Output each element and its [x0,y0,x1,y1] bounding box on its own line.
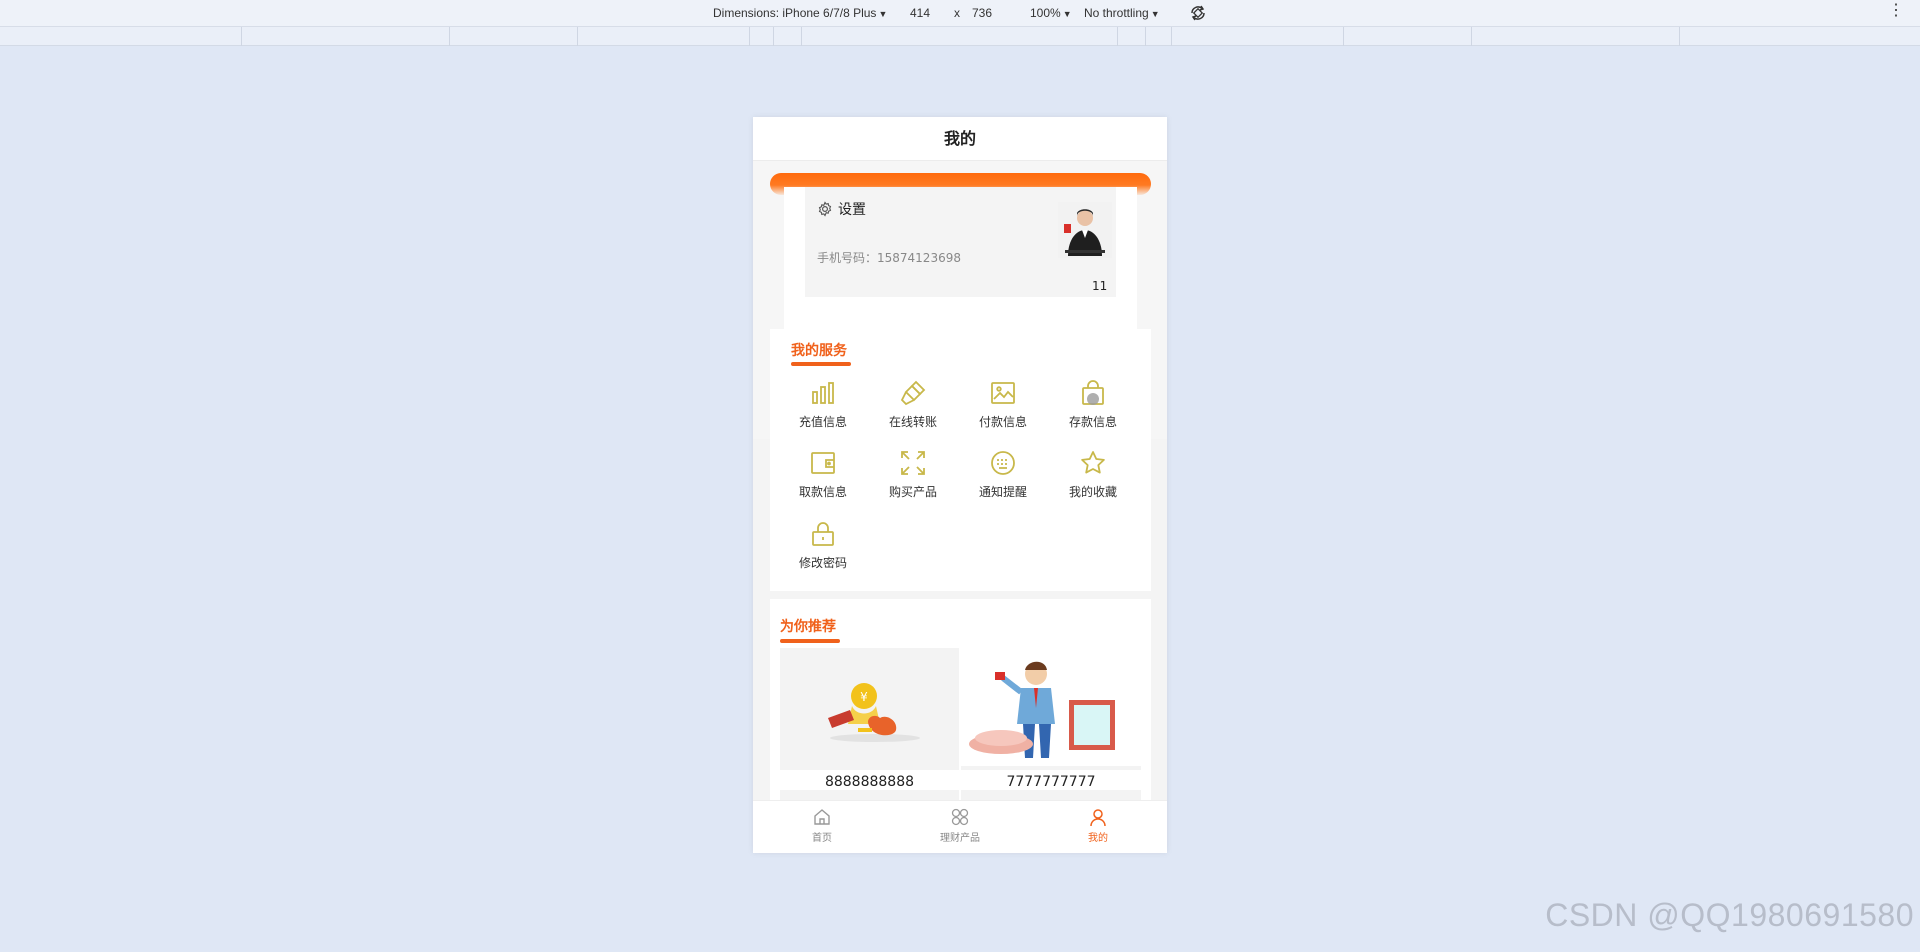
media-query-ruler [0,27,1920,46]
brush-icon [900,380,926,406]
service-item[interactable]: 取款信息 [778,449,868,500]
coin-bag-illustration: ¥ [780,648,959,766]
settings-label: 设置 [838,202,866,218]
service-item[interactable]: 付款信息 [958,379,1048,430]
height-input[interactable]: 736 [972,6,992,20]
bar-chart-icon [812,382,834,404]
dimensions-dropdown[interactable]: Dimensions: iPhone 6/7/8 Plus ▼ [713,6,887,20]
keyboard-icon [991,451,1015,475]
bottom-tab-bar: 首页 理财产品 我的 [753,800,1167,853]
product-image [961,648,1141,766]
avatar-photo [1058,202,1112,258]
username: 11 [1092,279,1108,293]
throttling-dropdown[interactable]: No throttling ▼ [1084,6,1160,20]
service-item[interactable]: 通知提醒 [958,449,1048,500]
section-title: 为你推荐 [780,619,836,635]
grid-icon [951,808,969,826]
profile-card: 设置 手机号码：15874123698 11 [805,187,1116,297]
caret-down-icon: ▼ [1150,9,1160,19]
tab-products[interactable]: 理财产品 [920,807,1000,844]
throttling-label: No throttling [1084,6,1149,20]
star-icon [1081,451,1105,474]
service-label: 修改密码 [798,556,847,570]
width-input[interactable]: 414 [910,6,930,20]
gear-icon [818,201,832,217]
service-item[interactable]: 我的收藏 [1048,449,1138,500]
section-underline [791,362,851,366]
section-title: 我的服务 [791,343,847,359]
home-icon [814,809,830,825]
product-label: 7777777777 [961,770,1141,790]
avatar[interactable] [1058,202,1112,258]
phone-viewport: 我的 设置 手机号码：15874123698 11 我的服务 充值信息 在线转账… [753,117,1167,853]
service-item[interactable]: 充值信息 [778,379,868,430]
service-item[interactable]: 修改密码 [778,520,868,571]
dimensions-label: Dimensions: iPhone 6/7/8 Plus [713,6,877,20]
svg-text:¥: ¥ [860,690,868,704]
tab-label: 我的 [1088,833,1108,844]
expand-icon [901,451,925,475]
bag-icon [1082,380,1104,405]
zoom-dropdown[interactable]: 100% ▼ [1030,6,1072,20]
caret-down-icon: ▼ [1062,9,1072,19]
wallet-icon [811,452,835,474]
watermark: CSDN @QQ1980691580 [1545,897,1914,933]
dimension-separator: x [954,6,960,20]
phone-number: 手机号码：15874123698 [817,251,961,265]
tab-label: 理财产品 [940,833,980,844]
tab-mine[interactable]: 我的 [1058,807,1138,844]
more-options-icon[interactable]: ⋮ [1888,3,1904,19]
caret-down-icon: ▼ [878,9,888,19]
service-label: 取款信息 [798,485,847,499]
my-services-section: 我的服务 充值信息 在线转账 付款信息 存款信息 取款信息 购买产品 通知提醒 … [770,329,1151,591]
service-label: 充值信息 [798,415,847,429]
service-label: 付款信息 [978,415,1027,429]
tab-label: 首页 [812,833,832,844]
service-label: 我的收藏 [1068,485,1117,499]
service-item[interactable]: 在线转账 [868,379,958,430]
product-label: 8888888888 [780,770,959,790]
devtools-toolbar: Dimensions: iPhone 6/7/8 Plus ▼ 414 x 736… [0,0,1920,27]
user-icon [1090,809,1106,827]
service-label: 通知提醒 [978,485,1027,499]
page-title: 我的 [753,117,1167,161]
image-icon [991,382,1015,404]
product-image: ¥ [780,648,959,766]
rotate-icon[interactable] [1188,3,1208,23]
product-card[interactable]: 7777777777 [961,648,1141,808]
tab-home[interactable]: 首页 [782,807,862,844]
lock-icon [812,522,834,546]
service-label: 购买产品 [888,485,937,499]
service-label: 存款信息 [1068,415,1117,429]
service-item[interactable]: 存款信息 [1048,379,1138,430]
service-item[interactable]: 购买产品 [868,449,958,500]
businessman-illustration [961,648,1141,766]
section-underline [780,639,840,643]
service-label: 在线转账 [888,415,937,429]
settings-button[interactable]: 设置 [817,199,866,219]
product-card[interactable]: ¥ 8888888888 [780,648,959,808]
zoom-label: 100% [1030,6,1061,20]
